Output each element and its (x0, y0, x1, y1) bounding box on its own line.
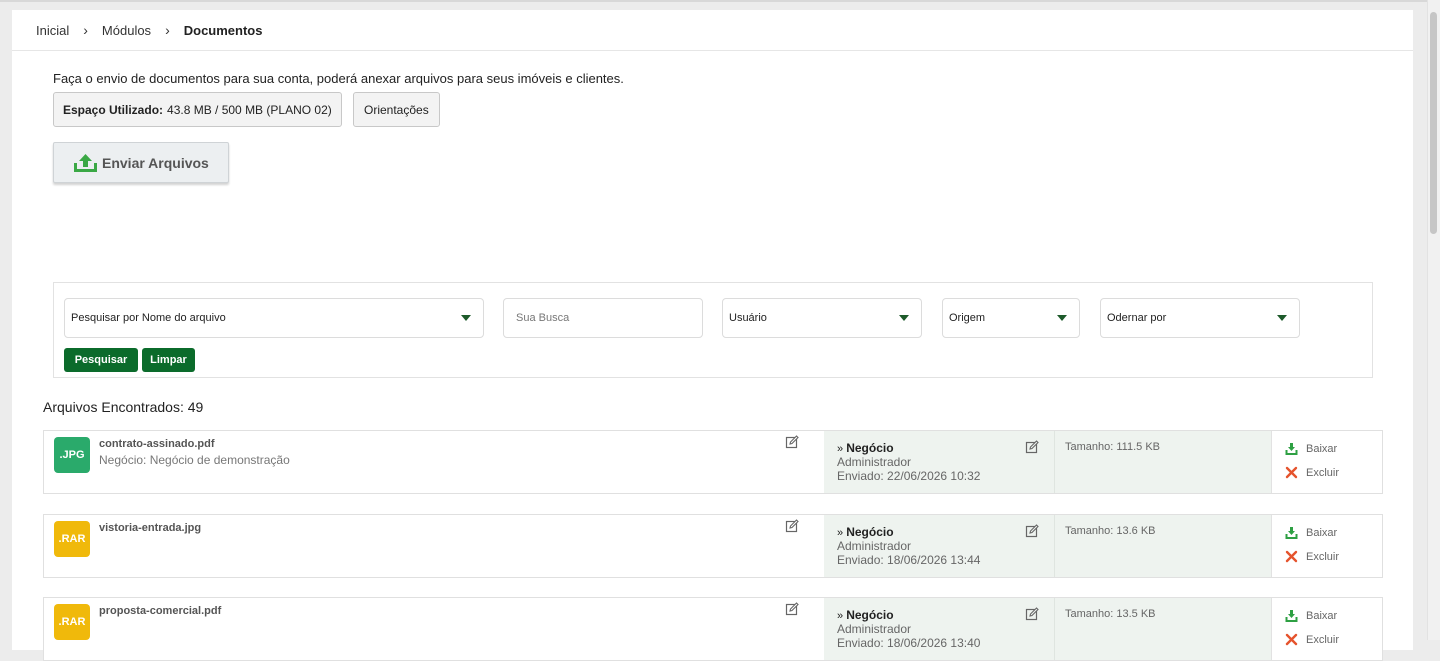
chevron-right-icon: › (83, 22, 88, 38)
close-icon (1285, 550, 1298, 563)
filter-panel: Pesquisar por Nome do arquivo Sua Busca … (53, 282, 1373, 378)
order-select[interactable]: Odernar por (1100, 298, 1300, 338)
origin-select[interactable]: Origem (942, 298, 1080, 338)
storage-usage-value: 43.8 MB / 500 MB (PLANO 02) (167, 102, 332, 117)
file-meta: » Negócio Administrador Enviado: 22/06/2… (824, 431, 1054, 493)
file-origin: » Negócio (837, 608, 894, 622)
breadcrumb-item-inicial[interactable]: Inicial (36, 23, 69, 38)
download-label: Baixar (1306, 443, 1338, 455)
storage-usage-button[interactable]: Espaço Utilizado: 43.8 MB / 500 MB (PLAN… (53, 92, 342, 127)
origin-type: Negócio (846, 608, 894, 622)
file-name[interactable]: proposta-comercial.pdf (99, 605, 221, 617)
download-label: Baixar (1306, 527, 1338, 539)
download-button[interactable]: Baixar (1285, 527, 1337, 539)
breadcrumb: Inicial › Módulos › Documentos (12, 10, 1413, 51)
file-size-cell: Tamanho: 13.5 KB (1054, 598, 1271, 660)
main-panel: Inicial › Módulos › Documentos Faça o en… (12, 10, 1413, 661)
delete-button[interactable]: Excluir (1285, 466, 1339, 479)
delete-label: Excluir (1306, 550, 1340, 563)
close-icon (1285, 466, 1298, 479)
caret-down-icon (1277, 315, 1287, 321)
origin-prefix: » (837, 610, 847, 622)
storage-usage-label: Espaço Utilizado: (63, 102, 164, 117)
orientacoes-button[interactable]: Orientações (353, 92, 440, 127)
file-type-badge: .RAR (54, 604, 90, 640)
download-button[interactable]: Baixar (1285, 443, 1337, 455)
file-subtitle: Negócio: Negócio de demonstração (99, 453, 290, 467)
edit-icon[interactable] (1025, 524, 1039, 538)
file-meta: » Negócio Administrador Enviado: 18/06/2… (824, 515, 1054, 577)
file-size-cell: Tamanho: 13.6 KB (1054, 515, 1271, 577)
caret-down-icon (899, 315, 909, 321)
breadcrumb-item-modulos[interactable]: Módulos (102, 23, 151, 38)
file-name[interactable]: vistoria-entrada.jpg (99, 522, 201, 534)
origin-select-value: Origem (949, 312, 986, 324)
uploaded-date: Enviado: 18/06/2026 13:44 (837, 553, 981, 567)
uploaded-by: Administrador (837, 539, 912, 553)
uploaded-date: Enviado: 18/06/2026 13:40 (837, 636, 981, 650)
origin-type: Negócio (846, 525, 894, 539)
file-type-badge: .JPG (54, 437, 90, 473)
file-actions: Baixar Excluir (1271, 515, 1382, 577)
edit-icon[interactable] (785, 435, 799, 449)
user-select[interactable]: Usuário (722, 298, 922, 338)
search-by-value: Pesquisar por Nome do arquivo (71, 312, 226, 324)
uploaded-by: Administrador (837, 455, 912, 469)
file-size: Tamanho: 13.5 KB (1065, 608, 1156, 620)
download-icon (1285, 527, 1298, 539)
scrollbar[interactable] (1427, 0, 1440, 640)
origin-prefix: » (837, 443, 847, 455)
file-actions: Baixar Excluir (1271, 431, 1382, 493)
edit-icon[interactable] (785, 602, 799, 616)
file-card: .RAR proposta-comercial.pdf » Negócio Ad… (43, 597, 1383, 661)
download-label: Baixar (1306, 610, 1338, 622)
user-select-value: Usuário (729, 312, 767, 324)
send-files-label: Enviar Arquivos (102, 154, 209, 171)
file-size: Tamanho: 13.6 KB (1065, 525, 1156, 537)
download-icon (1285, 610, 1298, 622)
file-origin: » Negócio (837, 525, 894, 539)
intro-text: Faça o envio de documentos para sua cont… (53, 71, 624, 86)
file-size-cell: Tamanho: 111.5 KB (1054, 431, 1271, 493)
download-button[interactable]: Baixar (1285, 610, 1337, 622)
caret-down-icon (1057, 315, 1067, 321)
search-by-select[interactable]: Pesquisar por Nome do arquivo (64, 298, 484, 338)
chevron-right-icon: › (165, 22, 170, 38)
results-count: Arquivos Encontrados: 49 (43, 399, 204, 415)
edit-icon[interactable] (785, 519, 799, 533)
uploaded-by: Administrador (837, 622, 912, 636)
search-input[interactable]: Sua Busca (503, 298, 703, 338)
file-type-badge: .RAR (54, 521, 90, 557)
search-placeholder: Sua Busca (516, 312, 570, 324)
scrollbar-thumb[interactable] (1430, 12, 1437, 234)
send-files-button[interactable]: Enviar Arquivos (53, 142, 229, 183)
edit-icon[interactable] (1025, 440, 1039, 454)
uploaded-date: Enviado: 22/06/2026 10:32 (837, 469, 981, 483)
file-card: .RAR vistoria-entrada.jpg » Negócio Admi… (43, 514, 1383, 578)
origin-type: Negócio (846, 441, 894, 455)
file-size: Tamanho: 111.5 KB (1065, 441, 1160, 453)
file-actions: Baixar Excluir (1271, 598, 1382, 660)
file-origin: » Negócio (837, 441, 894, 455)
file-meta: » Negócio Administrador Enviado: 18/06/2… (824, 598, 1054, 660)
file-name[interactable]: contrato-assinado.pdf (99, 438, 215, 450)
top-border (0, 0, 1440, 2)
upload-icon (74, 153, 97, 172)
order-select-value: Odernar por (1107, 312, 1167, 324)
file-card: .JPG contrato-assinado.pdf Negócio: Negó… (43, 430, 1383, 494)
caret-down-icon (461, 315, 471, 321)
breadcrumb-item-documentos: Documentos (183, 22, 263, 38)
delete-button[interactable]: Excluir (1285, 550, 1339, 563)
origin-prefix: » (837, 527, 847, 539)
download-icon (1285, 443, 1298, 455)
delete-label: Excluir (1306, 466, 1340, 479)
search-button[interactable]: Pesquisar (64, 348, 138, 372)
edit-icon[interactable] (1025, 607, 1039, 621)
clear-button[interactable]: Limpar (142, 348, 195, 372)
